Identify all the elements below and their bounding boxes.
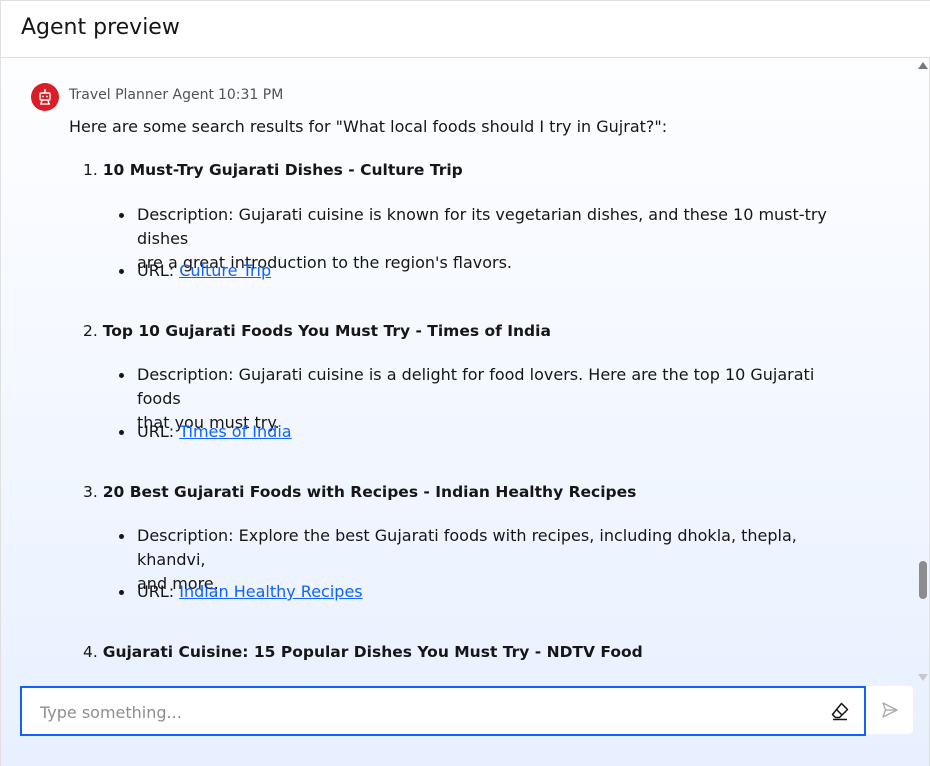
send-icon <box>881 702 898 718</box>
message-intro: Here are some search results for "What l… <box>69 117 668 136</box>
result-title: 3. 20 Best Gujarati Foods with Recipes -… <box>83 483 637 501</box>
scrollbar-thumb[interactable] <box>919 561 927 599</box>
bullet-dot <box>119 213 124 218</box>
chat-scrollbar[interactable] <box>915 58 929 685</box>
result-link[interactable]: Culture Trip <box>179 261 271 280</box>
result-link[interactable]: Indian Healthy Recipes <box>179 582 362 601</box>
agent-avatar <box>31 83 59 111</box>
page-title: Agent preview <box>21 15 180 40</box>
bullet-dot <box>119 534 124 539</box>
bullet-dot <box>119 373 124 378</box>
result-title: 4. Gujarati Cuisine: 15 Popular Dishes Y… <box>83 643 643 661</box>
chat-transcript[interactable]: Travel Planner Agent 10:31 PM Here are so… <box>1 58 930 683</box>
result-link[interactable]: Times of India <box>179 422 291 441</box>
result-title: 2. Top 10 Gujarati Foods You Must Try - … <box>83 322 551 340</box>
send-button[interactable] <box>866 686 913 734</box>
bullet-dot <box>119 430 124 435</box>
panel-header: Agent preview <box>1 0 930 58</box>
message-input-container <box>20 686 866 736</box>
eraser-icon[interactable] <box>830 701 850 721</box>
result-url: URL: Culture Trip <box>119 259 859 283</box>
bullet-dot <box>119 269 124 274</box>
message-time: 10:31 PM <box>217 87 284 103</box>
scroll-down-arrow-icon[interactable] <box>918 674 928 681</box>
message-input[interactable] <box>40 700 800 724</box>
robot-icon <box>39 89 51 105</box>
result-url: URL: Times of India <box>119 420 859 444</box>
result-title: 1. 10 Must-Try Gujarati Dishes - Culture… <box>83 161 463 179</box>
agent-preview-panel: Agent preview Travel Planner Agent 10:31 … <box>0 0 930 766</box>
bullet-dot <box>119 590 124 595</box>
sender-name: Travel Planner Agent <box>69 87 214 103</box>
scroll-up-arrow-icon[interactable] <box>918 62 928 69</box>
result-url: URL: Indian Healthy Recipes <box>119 580 859 604</box>
message-meta: Travel Planner Agent 10:31 PM <box>69 87 287 103</box>
